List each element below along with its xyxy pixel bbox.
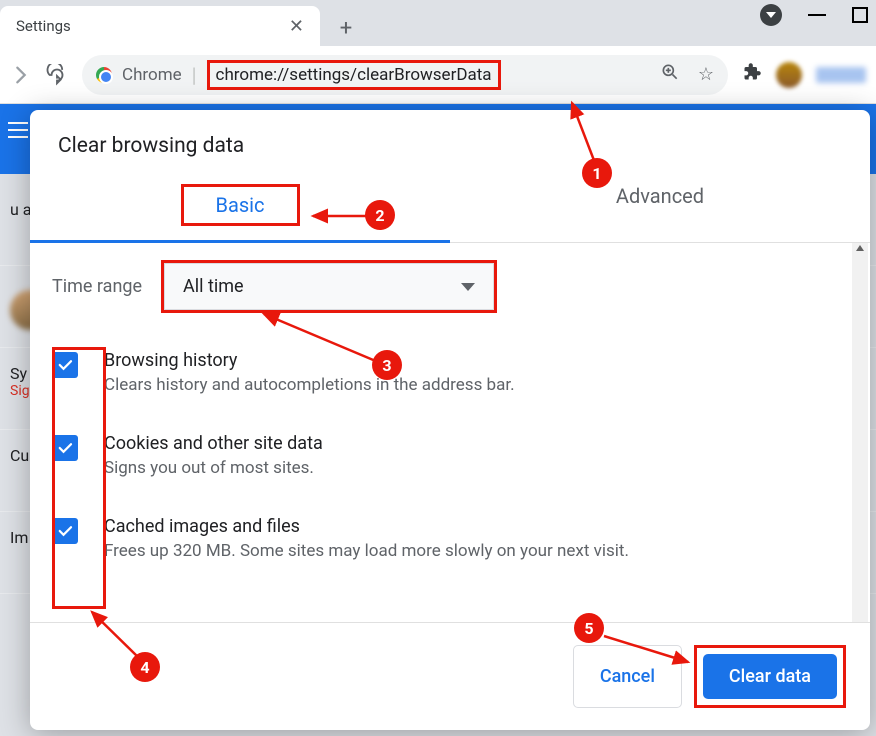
profile-avatar[interactable] (776, 62, 802, 88)
omnibox-url: chrome://settings/clearBrowserData (212, 61, 496, 89)
time-range-label: Time range (52, 276, 142, 297)
bookmark-star-icon[interactable]: ☆ (698, 64, 714, 85)
account-menu-button[interactable] (760, 4, 782, 26)
tab-title: Settings (16, 17, 71, 35)
option-desc: Clears history and autocompletions in th… (104, 375, 848, 395)
annotation-arrow-5 (598, 630, 698, 674)
extensions-icon[interactable] (742, 62, 762, 87)
dialog-title: Clear browsing data (30, 110, 870, 168)
annotation-number-4: 4 (130, 652, 160, 682)
annotation-number-2: 2 (365, 200, 395, 230)
toolbar: Chrome | chrome://settings/clearBrowserD… (0, 46, 876, 104)
omnibox[interactable]: Chrome | chrome://settings/clearBrowserD… (82, 55, 728, 95)
maximize-button[interactable] (852, 7, 868, 23)
chrome-icon (96, 67, 112, 83)
option-cookies[interactable]: Cookies and other site data Signs you ou… (52, 421, 848, 504)
option-title: Cookies and other site data (104, 433, 848, 454)
annotation-clear-highlight: Clear data (694, 645, 846, 708)
minimize-button[interactable] (808, 14, 826, 16)
close-tab-icon[interactable]: ✕ (289, 16, 304, 37)
option-title: Browsing history (104, 350, 848, 371)
annotation-number-5: 5 (574, 613, 604, 643)
chevron-down-icon (461, 283, 475, 291)
annotation-arrow-3 (258, 310, 388, 374)
tab-advanced[interactable]: Advanced (450, 168, 870, 242)
option-title: Cached images and files (104, 516, 848, 537)
annotation-number-3: 3 (372, 350, 402, 380)
option-cached[interactable]: Cached images and files Frees up 320 MB.… (52, 504, 848, 587)
annotation-basic-highlight: Basic (181, 184, 300, 226)
clear-browsing-data-dialog: Clear browsing data Basic Advanced Time … (30, 110, 870, 730)
omnibox-origin-label: Chrome (122, 65, 182, 85)
clear-data-button[interactable]: Clear data (703, 654, 837, 699)
annotation-url-highlight: chrome://settings/clearBrowserData (207, 60, 501, 90)
dialog-body: Time range All time Browsing history Cle… (30, 243, 870, 622)
annotation-number-1: 1 (582, 158, 612, 188)
option-browsing-history[interactable]: Browsing history Clears history and auto… (52, 338, 848, 421)
time-range-value: All time (183, 276, 244, 297)
scrollbar[interactable] (852, 243, 868, 622)
hamburger-menu-icon[interactable] (8, 122, 28, 138)
tab-strip: Settings ✕ + (0, 0, 876, 46)
option-desc: Frees up 320 MB. Some sites may load mor… (104, 541, 848, 561)
reload-button[interactable] (46, 64, 68, 86)
annotation-checkboxes-highlight (52, 347, 106, 609)
option-desc: Signs you out of most sites. (104, 458, 848, 478)
new-tab-button[interactable]: + (328, 10, 364, 46)
window-controls (770, 4, 868, 26)
dialog-tabs: Basic Advanced (30, 168, 870, 243)
zoom-icon[interactable] (660, 62, 680, 87)
profile-name-blurred (816, 67, 866, 83)
forward-button[interactable] (10, 64, 32, 86)
time-range-dropdown[interactable]: All time (164, 263, 494, 310)
browser-tab-settings[interactable]: Settings ✕ (0, 6, 320, 46)
